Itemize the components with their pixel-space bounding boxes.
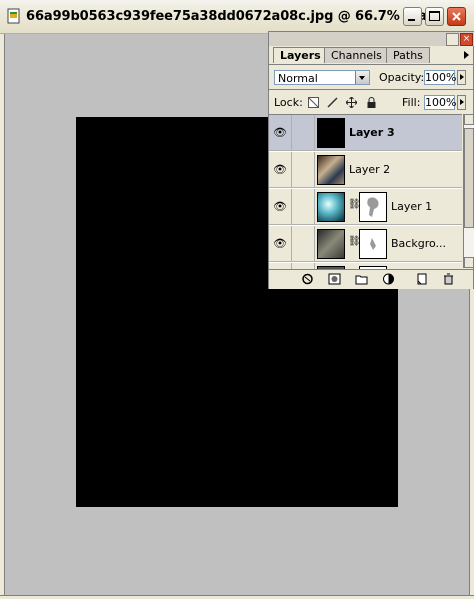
- layer-row-layer-2[interactable]: 👁 Layer 2: [269, 152, 462, 188]
- layer-name[interactable]: Layer 3: [349, 126, 395, 139]
- visibility-toggle[interactable]: 👁: [269, 152, 292, 188]
- minimize-icon: [408, 19, 415, 21]
- fill-arrow-icon[interactable]: [457, 95, 466, 110]
- new-layer-icon[interactable]: [415, 273, 428, 285]
- layers-list: 👁 🖌 Layer 3 👁 Layer 2 👁 ⛓ Layer 1: [269, 114, 462, 269]
- window-border-bottom: [0, 595, 474, 599]
- new-group-icon[interactable]: [355, 273, 368, 285]
- window-title: 66a99b0563c939fee75a38dd0672a08c.jpg @ 6…: [26, 9, 442, 24]
- opacity-label: Opacity:: [379, 71, 425, 84]
- link-column[interactable]: [292, 226, 315, 262]
- opacity-arrow-icon[interactable]: [457, 70, 466, 85]
- lock-position-move-icon[interactable]: [346, 97, 357, 108]
- panel-title-bar[interactable]: ×: [269, 32, 474, 46]
- fill-label: Fill:: [402, 96, 421, 109]
- layer-mask-thumbnail[interactable]: [359, 192, 387, 222]
- mask-shape: [367, 197, 379, 217]
- visibility-toggle[interactable]: 👁: [269, 115, 292, 151]
- adjustment-layer-icon[interactable]: [382, 273, 395, 285]
- opacity-field[interactable]: 100%: [424, 70, 456, 85]
- layer-thumbnail[interactable]: [317, 229, 345, 259]
- eye-icon: 👁: [273, 237, 287, 250]
- panel-close-button[interactable]: ×: [460, 33, 473, 46]
- minimize-button[interactable]: [403, 7, 422, 26]
- lock-pixels-brush-icon[interactable]: [327, 97, 338, 108]
- close-button[interactable]: [447, 7, 466, 26]
- fill-field[interactable]: 100%: [424, 95, 456, 110]
- layer-name[interactable]: Layer 2: [349, 163, 390, 176]
- layer-name[interactable]: Backgro...: [391, 237, 446, 250]
- lock-label: Lock:: [274, 96, 303, 109]
- tab-layers[interactable]: Layers: [273, 47, 328, 63]
- link-column[interactable]: [292, 189, 315, 225]
- layer-mask-thumbnail[interactable]: [359, 229, 387, 259]
- photoshop-file-icon: [7, 8, 20, 24]
- eye-icon: 👁: [273, 126, 287, 139]
- tab-channels[interactable]: Channels: [324, 47, 389, 63]
- blend-mode-select[interactable]: Normal: [274, 70, 370, 85]
- tab-paths[interactable]: Paths: [386, 47, 430, 63]
- window-border-left: [0, 34, 5, 599]
- layer-row-background[interactable]: 👁 ⛓ Backgro...: [269, 226, 462, 262]
- scroll-down-icon[interactable]: [464, 257, 474, 268]
- panel-menu-arrow-icon[interactable]: [464, 51, 469, 59]
- visibility-toggle[interactable]: 👁: [269, 189, 292, 225]
- maximize-button[interactable]: [425, 7, 444, 26]
- layers-scrollbar[interactable]: [463, 114, 474, 268]
- layer-thumbnail[interactable]: [317, 192, 345, 222]
- lock-all-icon[interactable]: [366, 97, 377, 108]
- layer-row-layer-3[interactable]: 👁 🖌 Layer 3: [269, 115, 462, 151]
- chevron-down-icon[interactable]: [355, 71, 369, 84]
- document-window: 66a99b0563c939fee75a38dd0672a08c.jpg @ 6…: [0, 0, 474, 599]
- blend-opacity-row: Normal Opacity: 100%: [269, 64, 473, 89]
- link-layers-icon[interactable]: [301, 273, 314, 285]
- scroll-up-icon[interactable]: [464, 114, 474, 125]
- layer-thumbnail[interactable]: [317, 155, 345, 185]
- close-icon: ×: [462, 34, 471, 44]
- title-bar[interactable]: 66a99b0563c939fee75a38dd0672a08c.jpg @ 6…: [0, 0, 474, 34]
- eye-icon: 👁: [273, 200, 287, 213]
- layers-panel: × Layers Channels Paths Normal Opacity: …: [268, 31, 474, 289]
- delete-layer-icon[interactable]: [442, 273, 455, 285]
- eye-icon: 👁: [273, 163, 287, 176]
- layers-bottom-toolbar: [269, 269, 473, 289]
- panel-minimize-button[interactable]: [446, 33, 459, 46]
- scrollbar-thumb[interactable]: [464, 128, 474, 228]
- mask-shape: [370, 238, 376, 250]
- layer-row-layer-1[interactable]: 👁 ⛓ Layer 1: [269, 189, 462, 225]
- maximize-icon: [429, 11, 440, 21]
- lock-transparency-icon[interactable]: [308, 97, 319, 108]
- add-mask-icon[interactable]: [328, 273, 341, 285]
- layer-name[interactable]: Layer 1: [391, 200, 432, 213]
- layer-thumbnail[interactable]: [317, 118, 345, 148]
- close-icon: [452, 12, 461, 21]
- link-column[interactable]: 🖌: [292, 115, 334, 151]
- lock-fill-row: Lock: Fill: 100%: [269, 89, 473, 114]
- visibility-toggle[interactable]: 👁: [269, 226, 292, 262]
- link-column[interactable]: [292, 152, 315, 188]
- blend-mode-value: Normal: [278, 72, 318, 85]
